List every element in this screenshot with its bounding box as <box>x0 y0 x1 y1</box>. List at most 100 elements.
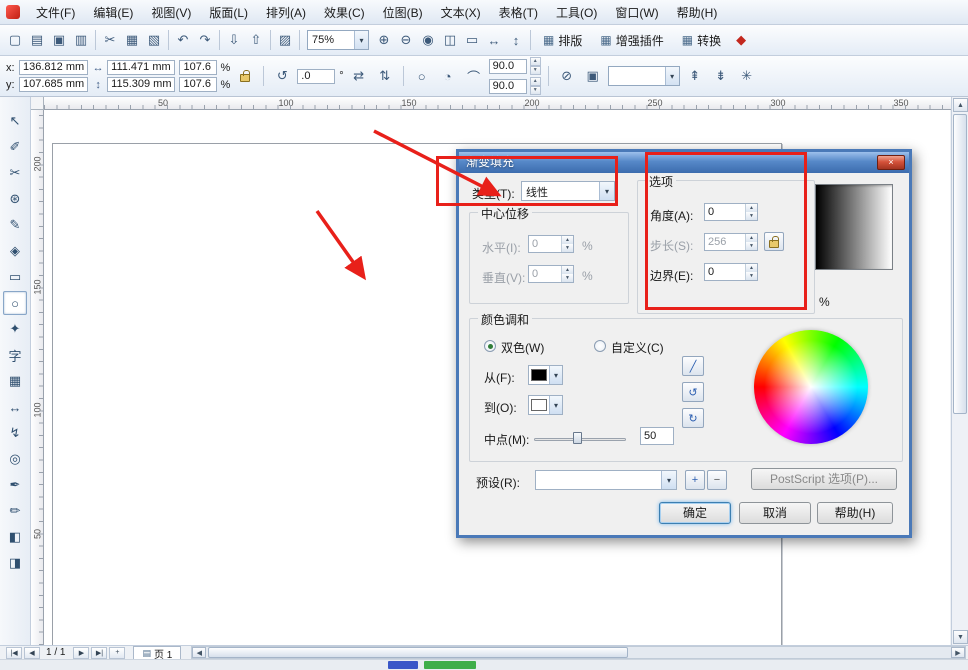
tool-blend[interactable]: ◎ <box>3 447 27 471</box>
tool-text[interactable]: 字 <box>3 343 27 367</box>
menu-item[interactable]: 帮助(H) <box>669 1 726 24</box>
tool-table[interactable]: ▦ <box>3 369 27 393</box>
spinner-arrows[interactable]: ▲▼ <box>745 204 757 220</box>
zoom-in-icon[interactable]: ⊕ <box>373 29 395 51</box>
tool-smart-fill[interactable]: ◈ <box>3 239 27 263</box>
zoom-out-icon[interactable]: ⊖ <box>395 29 417 51</box>
dialog-titlebar[interactable]: 渐变填充 <box>459 152 909 173</box>
edge-pad-spinner[interactable]: 0 ▲▼ <box>704 263 758 281</box>
spinner-arrows[interactable]: ▲▼ <box>745 234 757 250</box>
help-button[interactable]: 帮助(H) <box>817 502 893 524</box>
from-color-combo[interactable]: ▾ <box>528 365 563 385</box>
page-tab[interactable]: ▤ 页 1 <box>133 646 181 659</box>
menu-item[interactable]: 文本(X) <box>433 1 489 24</box>
menu-item[interactable]: 文件(F) <box>28 1 83 24</box>
mirror-horizontal-button[interactable]: ⇄ <box>348 65 370 87</box>
no-wrap-button[interactable]: ⊘ <box>556 65 578 87</box>
menu-item[interactable]: 视图(V) <box>143 1 199 24</box>
welcome-icon[interactable]: ◆ <box>730 29 752 51</box>
menu-item[interactable]: 编辑(E) <box>85 1 141 24</box>
zoom-height-icon[interactable]: ↕ <box>505 29 527 51</box>
rotation-input[interactable]: .0 <box>297 69 335 84</box>
next-page-button[interactable]: ▶ <box>73 647 89 659</box>
print-icon[interactable]: ▥ <box>70 29 92 51</box>
to-front-button[interactable]: ⇞ <box>684 65 706 87</box>
horizontal-ruler[interactable]: 50100150200250300350 <box>44 97 951 110</box>
vertical-scrollbar[interactable]: ▲ ▼ <box>951 97 968 645</box>
app-launcher-icon[interactable]: ▨ <box>274 29 296 51</box>
arc-end-input[interactable]: 90.0 <box>489 79 527 94</box>
zoom-width-icon[interactable]: ↔ <box>483 29 505 51</box>
tool-interactive-fill[interactable]: ◨ <box>3 551 27 575</box>
zoom-page-icon[interactable]: ▭ <box>461 29 483 51</box>
clockwise-path-button[interactable]: ↻ <box>682 408 704 428</box>
spinner-arrows[interactable]: ▲▼ <box>561 236 573 252</box>
layout-button[interactable]: ▦ 排版 <box>534 28 591 52</box>
zoom-selection-icon[interactable]: ◫ <box>439 29 461 51</box>
menu-item[interactable]: 表格(T) <box>491 1 546 24</box>
scale-v-input[interactable]: 107.6 <box>179 77 217 92</box>
add-preset-button[interactable]: + <box>685 470 705 490</box>
scale-h-input[interactable]: 107.6 <box>179 60 217 75</box>
midpoint-input[interactable]: 50 <box>640 427 674 445</box>
tool-fill[interactable]: ◧ <box>3 525 27 549</box>
copy-icon[interactable]: ▦ <box>121 29 143 51</box>
tool-zoom[interactable]: ⊛ <box>3 187 27 211</box>
vertical-offset-spinner[interactable]: 0 ▲▼ <box>528 265 574 283</box>
scroll-up-icon[interactable]: ▲ <box>953 98 968 112</box>
tool-pick[interactable]: ↖ <box>3 109 27 133</box>
new-document-icon[interactable]: ▢ <box>4 29 26 51</box>
menu-item[interactable]: 效果(C) <box>316 1 373 24</box>
spinner-arrows[interactable]: ▲▼ <box>530 77 541 95</box>
y-input[interactable]: 107.685 mm <box>19 77 88 92</box>
tool-crop[interactable]: ✂ <box>3 161 27 185</box>
pie-mode-button[interactable]: ◔ <box>437 65 459 87</box>
ok-button[interactable]: 确定 <box>659 502 731 524</box>
redo-icon[interactable]: ↷ <box>194 29 216 51</box>
steps-lock-button[interactable] <box>764 232 784 251</box>
tool-dimension[interactable]: ↔ <box>3 395 27 419</box>
custom-radio[interactable] <box>594 340 606 352</box>
last-page-button[interactable]: ▶| <box>91 647 107 659</box>
two-color-radio[interactable] <box>484 340 496 352</box>
export-icon[interactable]: ⇧ <box>245 29 267 51</box>
cut-icon[interactable]: ✂ <box>99 29 121 51</box>
menu-item[interactable]: 位图(B) <box>375 1 431 24</box>
to-color-combo[interactable]: ▾ <box>528 395 563 415</box>
presets-combo[interactable]: ▾ <box>535 470 677 490</box>
tool-connector[interactable]: ↯ <box>3 421 27 445</box>
spinner-arrows[interactable]: ▲▼ <box>561 266 573 282</box>
gradient-type-combo[interactable]: 线性 ▾ <box>521 181 615 201</box>
ellipse-mode-button[interactable]: ○ <box>411 65 433 87</box>
postscript-options-button[interactable]: PostScript 选项(P)... <box>751 468 897 490</box>
direct-path-button[interactable]: ╱ <box>682 356 704 376</box>
remove-preset-button[interactable]: − <box>707 470 727 490</box>
counterclockwise-path-button[interactable]: ↺ <box>682 382 704 402</box>
plugins-button[interactable]: ▦ 增强插件 <box>591 28 672 52</box>
arc-mode-button[interactable]: ⌒ <box>463 65 485 87</box>
color-wheel[interactable] <box>754 330 868 444</box>
menu-item[interactable]: 版面(L) <box>201 1 256 24</box>
open-icon[interactable]: ▤ <box>26 29 48 51</box>
menu-item[interactable]: 工具(O) <box>548 1 605 24</box>
midpoint-slider-thumb[interactable] <box>573 432 582 444</box>
convert-button[interactable]: ▦ 转换 <box>673 28 730 52</box>
width-input[interactable]: 111.471 mm <box>107 60 175 75</box>
options-gear-icon[interactable]: ✳ <box>736 65 758 87</box>
scroll-left-icon[interactable]: ◀ <box>192 647 206 658</box>
save-icon[interactable]: ▣ <box>48 29 70 51</box>
lock-ratio-button[interactable] <box>234 65 256 87</box>
mirror-vertical-button[interactable]: ⇅ <box>374 65 396 87</box>
spinner-arrows[interactable]: ▲▼ <box>530 57 541 75</box>
undo-icon[interactable]: ↶ <box>172 29 194 51</box>
scrollbar-thumb[interactable] <box>208 647 628 658</box>
arc-start-input[interactable]: 90.0 <box>489 59 527 74</box>
steps-spinner[interactable]: 256 ▲▼ <box>704 233 758 251</box>
menu-item[interactable]: 排列(A) <box>258 1 314 24</box>
add-page-button[interactable]: + <box>109 647 125 659</box>
cancel-button[interactable]: 取消 <box>739 502 811 524</box>
tool-eyedropper[interactable]: ✒ <box>3 473 27 497</box>
horizontal-scrollbar[interactable]: ◀ ▶ <box>191 646 966 659</box>
tool-rectangle[interactable]: ▭ <box>3 265 27 289</box>
zoom-actual-icon[interactable]: ◉ <box>417 29 439 51</box>
